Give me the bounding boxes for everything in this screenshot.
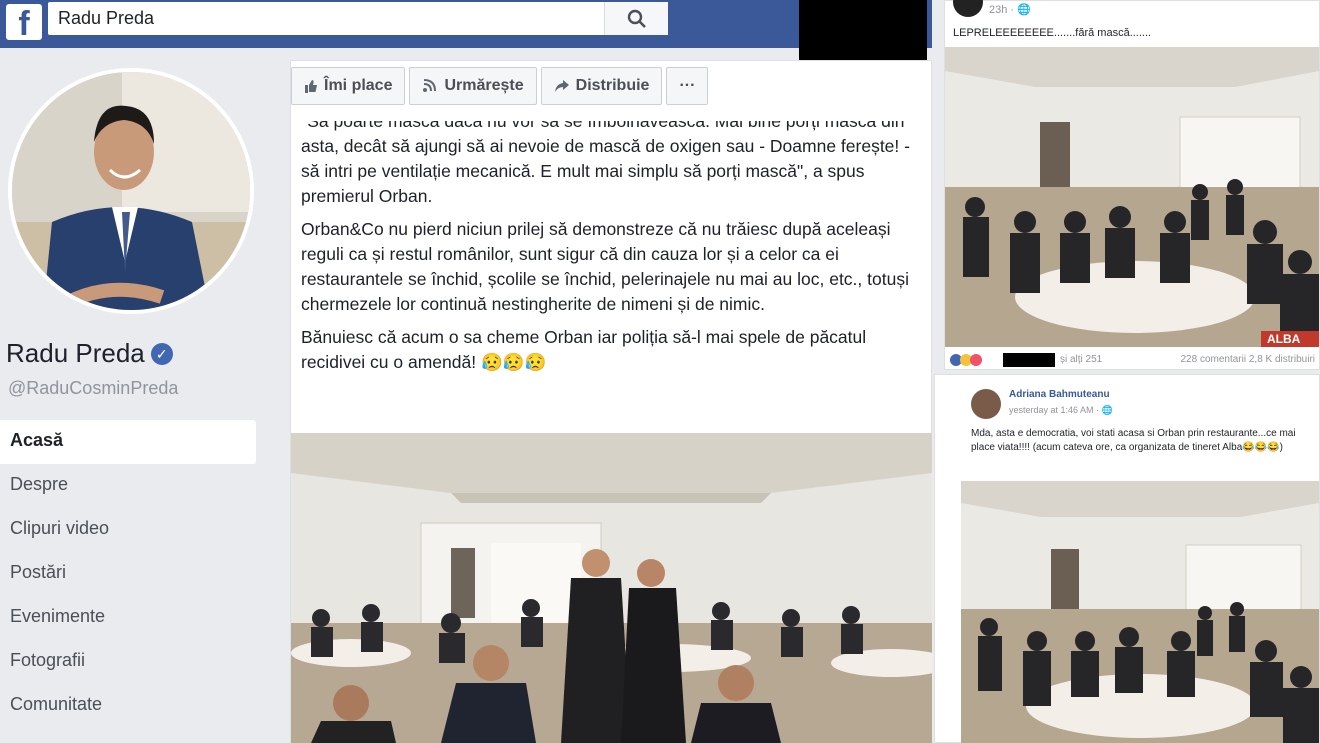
post-timestamp[interactable]: yesterday at 1:46 AM · 🌐 [1009, 405, 1113, 416]
page-sidebar: Radu Preda ✓ @RaduCosminPreda Acasă Despr… [0, 48, 272, 743]
share-arrow-icon [554, 80, 569, 92]
post-photo[interactable] [291, 433, 932, 743]
nav-item-despre[interactable]: Despre [0, 464, 256, 508]
more-options-button[interactable]: ··· [666, 67, 709, 105]
restaurant-photo [291, 433, 932, 743]
comments-shares-count[interactable]: 228 comentarii 2,8 K distribuiri [1180, 354, 1315, 365]
page-nav: Acasă Despre Clipuri video Postări Eveni… [0, 420, 256, 728]
page-name: Radu Preda [6, 338, 145, 368]
post-photo[interactable] [961, 481, 1319, 743]
author-avatar[interactable] [971, 389, 1001, 419]
nav-item-fotografii[interactable]: Fotografii [0, 640, 256, 684]
post-photo[interactable]: ALBA [945, 47, 1319, 347]
screenshot-post-2: Adriana Bahmuteanu yesterday at 1:46 AM … [934, 374, 1320, 743]
restaurant-photo [961, 481, 1319, 743]
page-handle[interactable]: @RaduCosminPreda [8, 378, 178, 399]
reactions-count[interactable]: și alți 251 [1060, 354, 1102, 365]
ellipsis-icon: ··· [679, 77, 696, 94]
redaction-block [1003, 353, 1055, 367]
thumbs-up-icon [305, 80, 317, 93]
post-paragraph-ending: Bănuiesc că acum o sa cheme Orban iar po… [301, 327, 867, 372]
search-input[interactable]: Radu Preda [58, 8, 154, 29]
post-body: "Să poarte mască dacă nu vor să se îmbol… [301, 121, 931, 431]
facebook-logo-icon[interactable]: f [6, 4, 42, 40]
nav-item-acasa[interactable]: Acasă [0, 420, 256, 464]
search-icon [627, 9, 646, 28]
rss-icon [423, 79, 437, 92]
author-avatar[interactable] [953, 0, 983, 17]
post-text: Mda, asta e democratia, voi stati acasa … [971, 428, 1296, 453]
post-stats: și alți 251 228 comentarii 2,8 K distrib… [945, 349, 1319, 369]
page-title: Radu Preda ✓ [6, 338, 173, 369]
alba-watermark: ALBA [1267, 332, 1301, 346]
restaurant-photo: ALBA [945, 47, 1319, 347]
search-button[interactable] [604, 2, 668, 35]
like-label: Îmi place [324, 77, 393, 94]
facebook-topbar: f Radu Preda [0, 0, 932, 48]
share-button[interactable]: Distribuie [540, 67, 663, 105]
follow-button[interactable]: Urmărește [409, 67, 537, 105]
screenshot-post-1: 23h · 🌐 LEPRELEEEEEEEE.......fără mască.… [944, 0, 1320, 370]
nav-item-postari[interactable]: Postări [0, 552, 256, 596]
verified-badge-icon: ✓ [150, 343, 173, 365]
reactions-icon[interactable] [949, 353, 997, 367]
like-page-button[interactable]: Îmi place [291, 67, 406, 105]
post-paragraph-quote: "Să poarte mască dacă nu vor să se îmbol… [301, 121, 910, 206]
author-name[interactable]: Adriana Bahmuteanu [1009, 389, 1110, 400]
share-label: Distribuie [575, 77, 650, 94]
profile-photo [12, 72, 250, 310]
nav-item-evenimente[interactable]: Evenimente [0, 596, 256, 640]
post-paragraph-comment: Orban&Co nu pierd niciun prilej să demon… [301, 219, 909, 314]
nav-item-clipuri-video[interactable]: Clipuri video [0, 508, 256, 552]
page-action-bar: Îmi place Urmărește Distribuie ··· [291, 67, 709, 105]
follow-label: Urmărește [444, 77, 524, 94]
nav-item-comunitate[interactable]: Comunitate [0, 684, 256, 728]
profile-avatar[interactable] [8, 68, 254, 314]
main-post: Îmi place Urmărește Distribuie ··· "Să p… [290, 60, 932, 743]
post-timestamp[interactable]: 23h · 🌐 [989, 3, 1031, 16]
search-bar[interactable]: Radu Preda [48, 2, 668, 35]
post-text: LEPRELEEEEEEEE.......fără mască....... [953, 27, 1152, 39]
redaction-block [799, 0, 927, 60]
